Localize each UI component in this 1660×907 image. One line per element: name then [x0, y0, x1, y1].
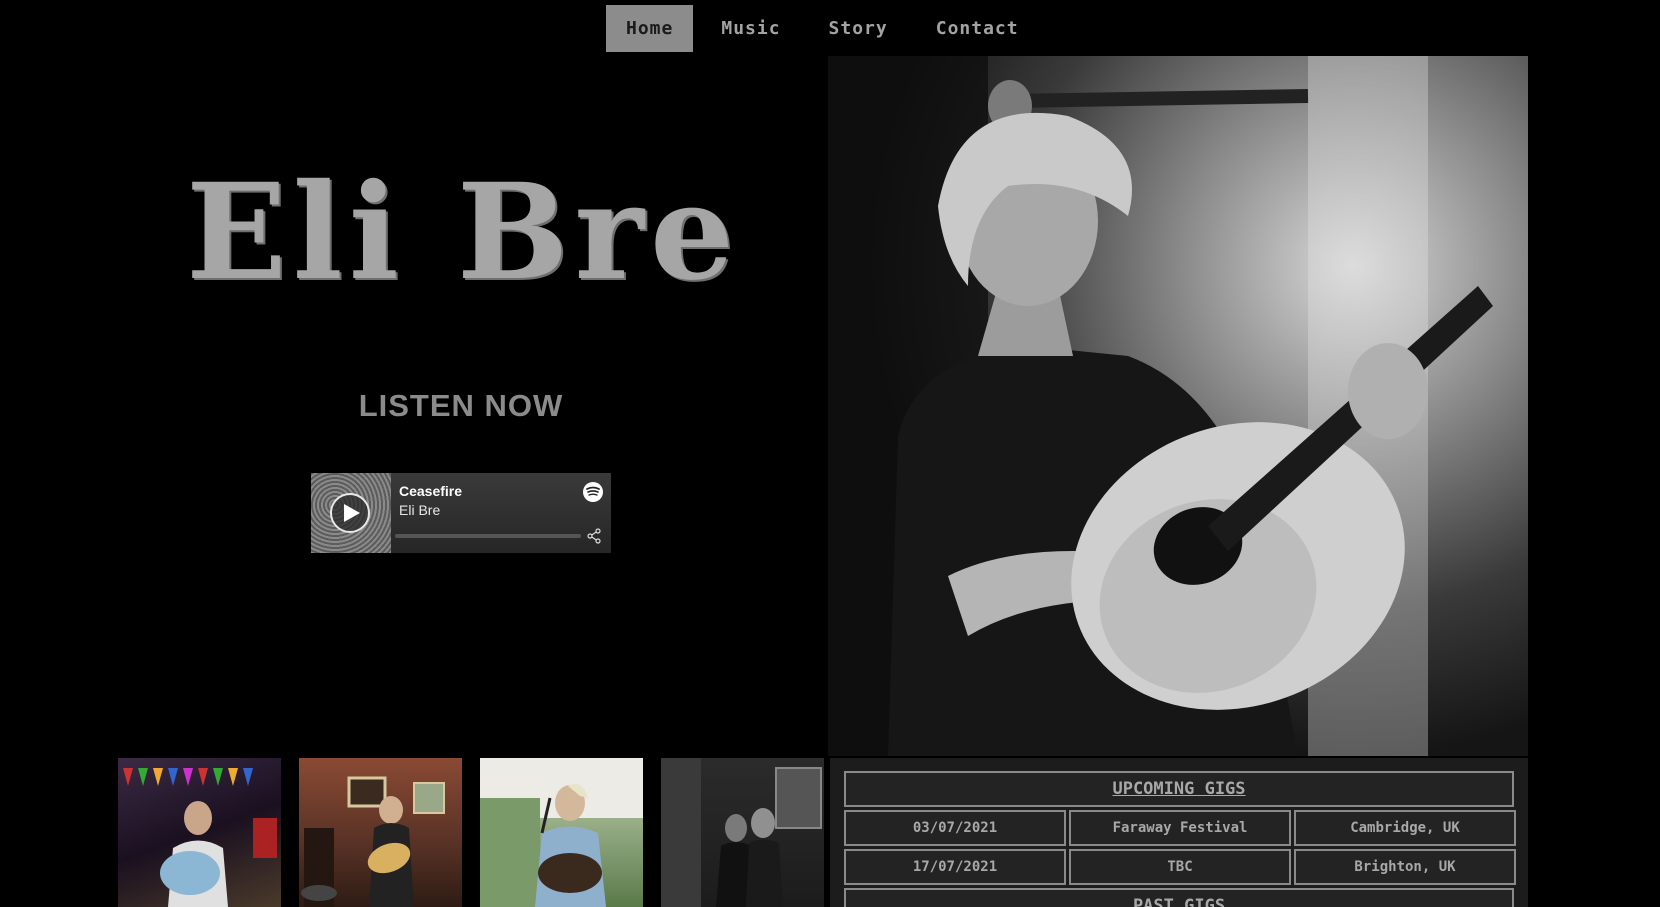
past-gigs-heading[interactable]: PAST GIGS — [844, 888, 1514, 907]
nav-home[interactable]: Home — [606, 5, 694, 52]
listen-now-heading: LISTEN NOW — [358, 388, 564, 423]
track-title[interactable]: Ceasefire — [399, 483, 462, 499]
artist-title: Eli Bre — [186, 155, 740, 310]
gig-photo-3[interactable] — [480, 758, 643, 907]
nav-story[interactable]: Story — [809, 5, 908, 52]
spotify-icon[interactable] — [583, 482, 603, 502]
gig-date: 17/07/2021 — [844, 849, 1066, 885]
play-button[interactable] — [330, 493, 370, 533]
upcoming-gigs-heading[interactable]: UPCOMING GIGS — [844, 771, 1514, 807]
gig-location: Cambridge, UK — [1294, 810, 1516, 846]
gig-location: Brighton, UK — [1294, 849, 1516, 885]
progress-bar[interactable] — [395, 534, 581, 538]
gigs-panel: UPCOMING GIGS 03/07/2021 Faraway Festiva… — [830, 758, 1528, 907]
gig-row: 03/07/2021 Faraway Festival Cambridge, U… — [844, 810, 1516, 846]
main-nav: Home Music Story Contact — [606, 5, 1047, 52]
spotify-player: Ceasefire Eli Bre — [311, 473, 611, 553]
play-icon — [343, 504, 360, 522]
gig-thumbnails — [118, 758, 842, 907]
gig-venue: Faraway Festival — [1069, 810, 1291, 846]
gig-photo-4[interactable] — [661, 758, 824, 907]
nav-music[interactable]: Music — [701, 5, 800, 52]
nav-contact[interactable]: Contact — [916, 5, 1039, 52]
gig-photo-2[interactable] — [299, 758, 462, 907]
hero-photo — [828, 56, 1528, 756]
track-artist[interactable]: Eli Bre — [399, 502, 440, 518]
gig-row: 17/07/2021 TBC Brighton, UK — [844, 849, 1516, 885]
album-cover — [311, 473, 391, 553]
gig-photo-1[interactable] — [118, 758, 281, 907]
gig-venue: TBC — [1069, 849, 1291, 885]
share-icon[interactable] — [586, 528, 602, 544]
gig-date: 03/07/2021 — [844, 810, 1066, 846]
